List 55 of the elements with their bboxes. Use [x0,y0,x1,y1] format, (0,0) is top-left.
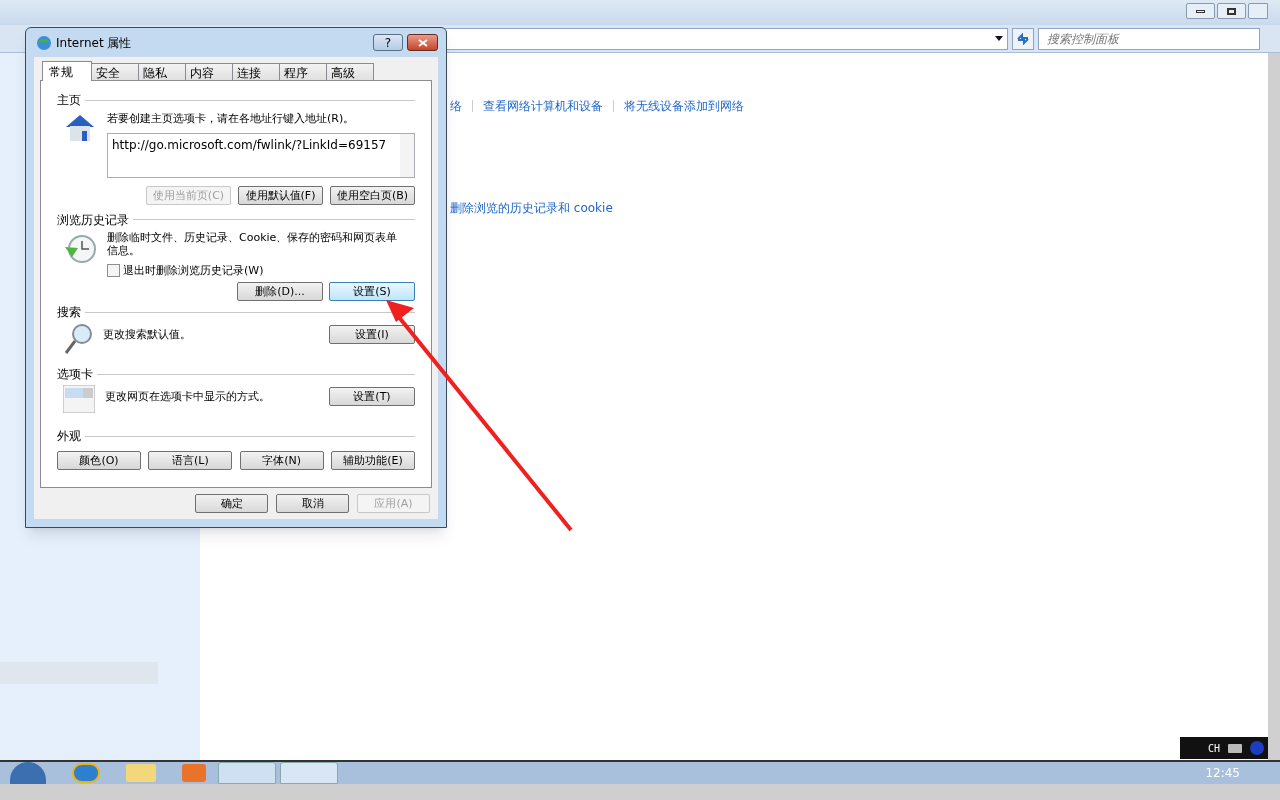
search-field[interactable]: 搜索控制面板 [1038,27,1260,50]
restore-button[interactable] [1217,3,1246,19]
browser-icon[interactable] [72,763,100,783]
tab[interactable]: 高级 [326,63,374,80]
dialog-button[interactable]: 使用默认值(F) [238,185,323,205]
taskbar-app-icon[interactable] [218,762,276,784]
dialog-button[interactable]: 删除(D)... [237,282,323,301]
dialog-button[interactable]: 使用空白页(B) [330,185,415,205]
tabs-icon [63,385,95,413]
history-link[interactable]: 删除浏览的历史记录和 cookie [450,199,1268,217]
section-label: 主页 [57,92,81,109]
help-button[interactable]: ? [373,34,403,51]
description-text: 更改搜索默认值。 [103,327,192,343]
dropdown-icon [995,36,1003,41]
dialog-button[interactable]: 设置(I) [329,325,415,344]
network-link[interactable]: 将无线设备添加到网络 [624,97,744,115]
section-label: 选项卡 [57,366,93,383]
dialog-button[interactable]: 设置(T) [329,387,415,406]
tab[interactable]: 隐私 [138,63,186,80]
tab[interactable]: 常规 [42,61,92,81]
section-label: 外观 [57,428,81,445]
help-icon[interactable] [1250,741,1264,755]
scrollbar [400,133,414,177]
homepage-url-field[interactable]: http://go.microsoft.com/fwlink/?LinkId=69157 [107,132,415,178]
dialog-button[interactable]: 语言(L) [148,451,233,470]
dialog-title: Internet 属性 [56,34,133,52]
dialog-button[interactable]: 设置(S) [329,282,415,301]
minimize-button[interactable] [1186,3,1215,19]
clock: 12:45 [1205,765,1240,782]
dialog-button[interactable]: 颜色(O) [57,451,141,470]
section-label: 搜索 [57,304,81,321]
checkbox-label: 退出时删除浏览历史记录(W) [123,262,264,279]
network-link[interactable]: 络 [450,97,462,115]
dialog-button[interactable]: 取消 [276,494,349,513]
close-icon [417,38,428,47]
tab[interactable]: 安全 [91,63,139,80]
description-text: 删除临时文件、历史记录、Cookie、保存的密码和网页表单信息。 [107,230,399,257]
refresh-icon [1016,32,1030,45]
magnifier-icon [63,323,93,355]
dialog-button[interactable]: 字体(N) [239,451,324,470]
checkbox[interactable] [107,264,120,278]
keyboard-icon[interactable] [1228,743,1242,753]
history-clock-icon [63,232,97,265]
language-indicator[interactable]: CH [1207,740,1220,756]
dialog-button[interactable]: 辅助功能(E) [331,451,415,470]
dialog-button[interactable]: 确定 [195,494,268,513]
description-text: 更改网页在选项卡中显示的方式。 [105,389,271,405]
description-text: 若要创建主页选项卡，请在各地址行键入地址(R)。 [107,111,356,127]
network-link[interactable]: 查看网络计算机和设备 [483,97,603,115]
start-button[interactable] [10,762,46,784]
tab[interactable]: 内容 [185,63,233,80]
tab[interactable]: 连接 [232,63,280,80]
tab[interactable]: 程序 [279,63,327,80]
refresh-button[interactable] [1012,27,1034,50]
section-label: 浏览历史记录 [57,211,129,229]
